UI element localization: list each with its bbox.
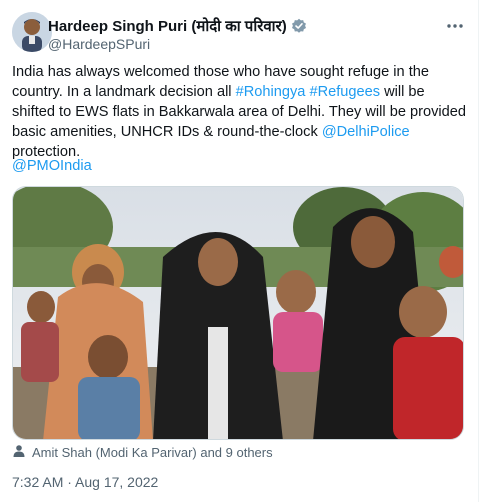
- mention-delhipolice-link[interactable]: @DelhiPolice: [322, 124, 410, 140]
- more-icon[interactable]: [445, 16, 465, 36]
- hashtag-refugees-link[interactable]: #Refugees: [309, 84, 380, 100]
- mention-pmoindia-link[interactable]: @PMOIndia: [12, 158, 92, 174]
- author-row: Hardeep Singh Puri (मोदी का परिवार): [48, 16, 307, 36]
- avatar[interactable]: [12, 12, 52, 52]
- author-handle[interactable]: @HardeepSPuri: [48, 36, 150, 52]
- tagged-people-label: Amit Shah (Modi Ka Parivar) and 9 others: [32, 445, 273, 460]
- hashtag-rohingya-link[interactable]: #Rohingya: [236, 84, 306, 100]
- tweet-timestamp[interactable]: 7:32 AM · Aug 17, 2022: [12, 474, 158, 490]
- person-tag-icon: [12, 444, 26, 461]
- tweet-card: Hardeep Singh Puri (मोदी का परिवार) @Har…: [0, 0, 479, 502]
- tagged-people[interactable]: Amit Shah (Modi Ka Parivar) and 9 others: [12, 444, 273, 461]
- tweet-photo[interactable]: [12, 186, 464, 440]
- verified-badge-icon: [291, 18, 307, 34]
- author-name[interactable]: Hardeep Singh Puri (मोदी का परिवार): [48, 16, 287, 36]
- tweet-text: India has always welcomed those who have…: [12, 62, 468, 162]
